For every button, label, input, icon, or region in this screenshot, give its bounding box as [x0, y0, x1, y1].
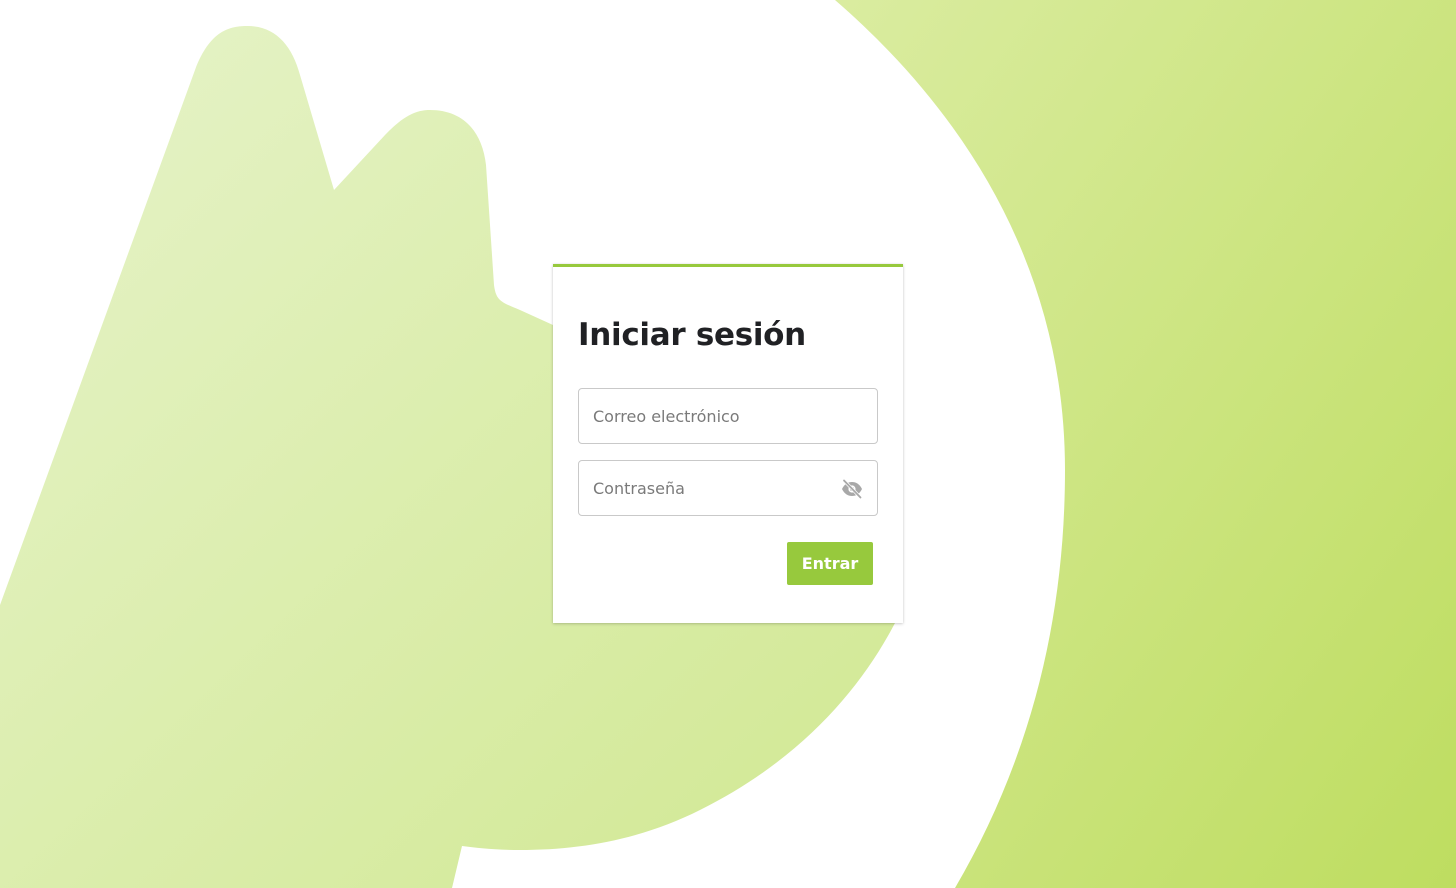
login-page: Iniciar sesión Entrar — [0, 0, 1456, 888]
email-field[interactable] — [579, 389, 877, 443]
password-field-container — [578, 460, 878, 516]
submit-button[interactable]: Entrar — [787, 542, 873, 585]
login-card: Iniciar sesión Entrar — [553, 264, 903, 623]
background-shape-right — [835, 0, 1456, 888]
email-field-container — [578, 388, 878, 444]
eye-off-icon[interactable] — [839, 476, 865, 502]
page-title: Iniciar sesión — [578, 317, 806, 353]
password-field[interactable] — [579, 461, 877, 515]
